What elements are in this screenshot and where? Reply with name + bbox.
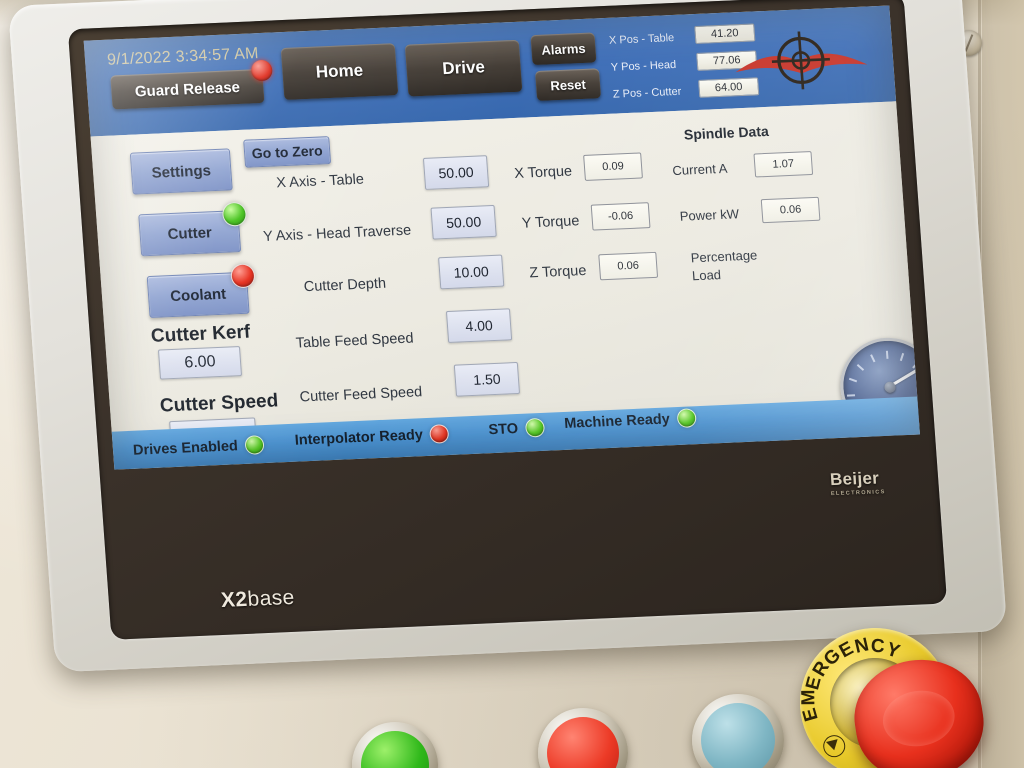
estop-letter: M (798, 689, 820, 706)
reset-label: Reset (549, 76, 587, 93)
status-machine-ready: Machine Ready (564, 408, 697, 433)
y-torque-label: Y Torque (521, 213, 580, 232)
drive-button[interactable]: Drive (404, 39, 523, 97)
cutter-label: Cutter (167, 223, 213, 243)
cabinet-scene: 9/1/2022 3:34:57 AM Guard Release Home D… (0, 0, 1024, 768)
cutter-speed-label: Cutter Speed (159, 390, 279, 417)
cutter-feed-speed-field[interactable]: 1.50 (453, 361, 521, 397)
cutter-depth-field[interactable]: 10.00 (438, 254, 505, 290)
y-pos-label: Y Pos - Head (610, 58, 677, 74)
coolant-label: Coolant (169, 285, 227, 305)
screen-body: Settings Cutter Coolant Go to Zero Cutte… (90, 101, 920, 470)
y-axis-field[interactable]: 50.00 (430, 204, 497, 240)
file-select-label: File Select (682, 453, 759, 470)
status-interpolator-ready-label: Interpolator Ready (294, 426, 424, 449)
green-pushbutton-cap (361, 731, 429, 768)
estop-letter: Y (883, 638, 903, 663)
home-button[interactable]: Home (280, 43, 399, 100)
status-drives-enabled-led-icon (244, 435, 265, 455)
settings-button[interactable]: Settings (129, 148, 233, 195)
x-torque-label: X Torque (513, 163, 573, 182)
y-axis-label: Y Axis - Head Traverse (262, 222, 412, 245)
go-to-zero-button[interactable]: Go to Zero (243, 136, 332, 168)
cutter-depth-label: Cutter Depth (303, 275, 387, 296)
status-interpolator-ready: Interpolator Ready (294, 424, 450, 450)
y-torque-value: -0.06 (590, 202, 651, 231)
blue-pushbutton-cap (701, 703, 775, 768)
coolant-status-lamp-icon (230, 263, 256, 289)
table-feed-speed-label: Table Feed Speed (295, 330, 415, 352)
go-to-zero-label: Go to Zero (251, 142, 324, 162)
file-select-button[interactable]: File Select (670, 445, 771, 470)
hmi-bezel: 9/1/2022 3:34:57 AM Guard Release Home D… (67, 0, 948, 640)
spindle-power-label: Power kW (679, 206, 740, 224)
spindle-current-value: 1.07 (753, 151, 814, 178)
hmi-panel: 9/1/2022 3:34:57 AM Guard Release Home D… (8, 0, 1017, 694)
cutter-kerf-field[interactable]: 6.00 (157, 346, 243, 380)
cutter-feed-speed-label: Cutter Feed Speed (299, 384, 423, 406)
status-sto: STO (487, 417, 545, 439)
guard-release-button[interactable]: Guard Release (110, 59, 274, 110)
home-label: Home (315, 60, 364, 82)
cutter-status-lamp-icon (221, 201, 248, 227)
x-pos-label: X Pos - Table (608, 31, 675, 47)
z-torque-label: Z Torque (528, 262, 587, 282)
settings-label: Settings (151, 161, 212, 182)
guard-release-label: Guard Release (134, 78, 241, 100)
spindle-current-label: Current A (671, 160, 728, 179)
z-pos-label: Z Pos - Cutter (612, 85, 682, 101)
status-sto-led-icon (429, 424, 450, 444)
estop-letter: E (799, 705, 823, 724)
spindle-data-title: Spindle Data (683, 122, 770, 143)
coolant-toggle-button[interactable]: Coolant (146, 263, 256, 318)
x-axis-field[interactable]: 50.00 (422, 155, 490, 190)
spindle-power-value: 0.06 (760, 196, 821, 224)
cutter-toggle-button[interactable]: Cutter (138, 201, 248, 257)
reset-button[interactable]: Reset (534, 68, 602, 101)
company-logo-icon (735, 31, 868, 90)
z-torque-value: 0.06 (598, 251, 659, 281)
status-sto-label: STO (487, 420, 519, 438)
hmi-model-badge: X2base (220, 586, 295, 613)
percentage-load-label-line1: Percentage (690, 247, 758, 266)
red-pushbutton-cap (547, 717, 619, 768)
datetime-display: 9/1/2022 3:34:57 AM (106, 45, 260, 69)
table-feed-speed-field[interactable]: 4.00 (445, 308, 513, 343)
alarms-button[interactable]: Alarms (530, 32, 597, 66)
alarms-label: Alarms (540, 40, 587, 58)
guard-release-lamp-icon (250, 59, 274, 82)
gauge-hub (883, 381, 896, 393)
x-axis-label: X Axis - Table (275, 171, 365, 192)
status-machine-ready-label: Machine Ready (563, 410, 671, 432)
vendor-subtitle: ELECTRONICS (830, 489, 886, 498)
cutter-kerf-label: Cutter Kerf (150, 321, 251, 347)
percentage-load-label-line2: Load (691, 267, 722, 284)
x-torque-value: 0.09 (583, 152, 643, 181)
status-drives-enabled-label: Drives Enabled (132, 437, 239, 459)
status-drives-enabled: Drives Enabled (132, 435, 265, 460)
status-machine-ready-led-icon (524, 417, 545, 438)
status-extra-led-icon (676, 408, 697, 429)
vendor-logo: Beijer ELECTRONICS (829, 468, 886, 498)
hmi-model-name: X2 (220, 587, 249, 613)
estop-letter: C (870, 635, 886, 658)
hmi-screen: 9/1/2022 3:34:57 AM Guard Release Home D… (83, 5, 920, 470)
percentage-load-value: 12.5 (854, 438, 920, 468)
vendor-name: Beijer (829, 468, 880, 490)
drive-label: Drive (441, 57, 486, 79)
hmi-model-suffix: base (246, 585, 296, 611)
